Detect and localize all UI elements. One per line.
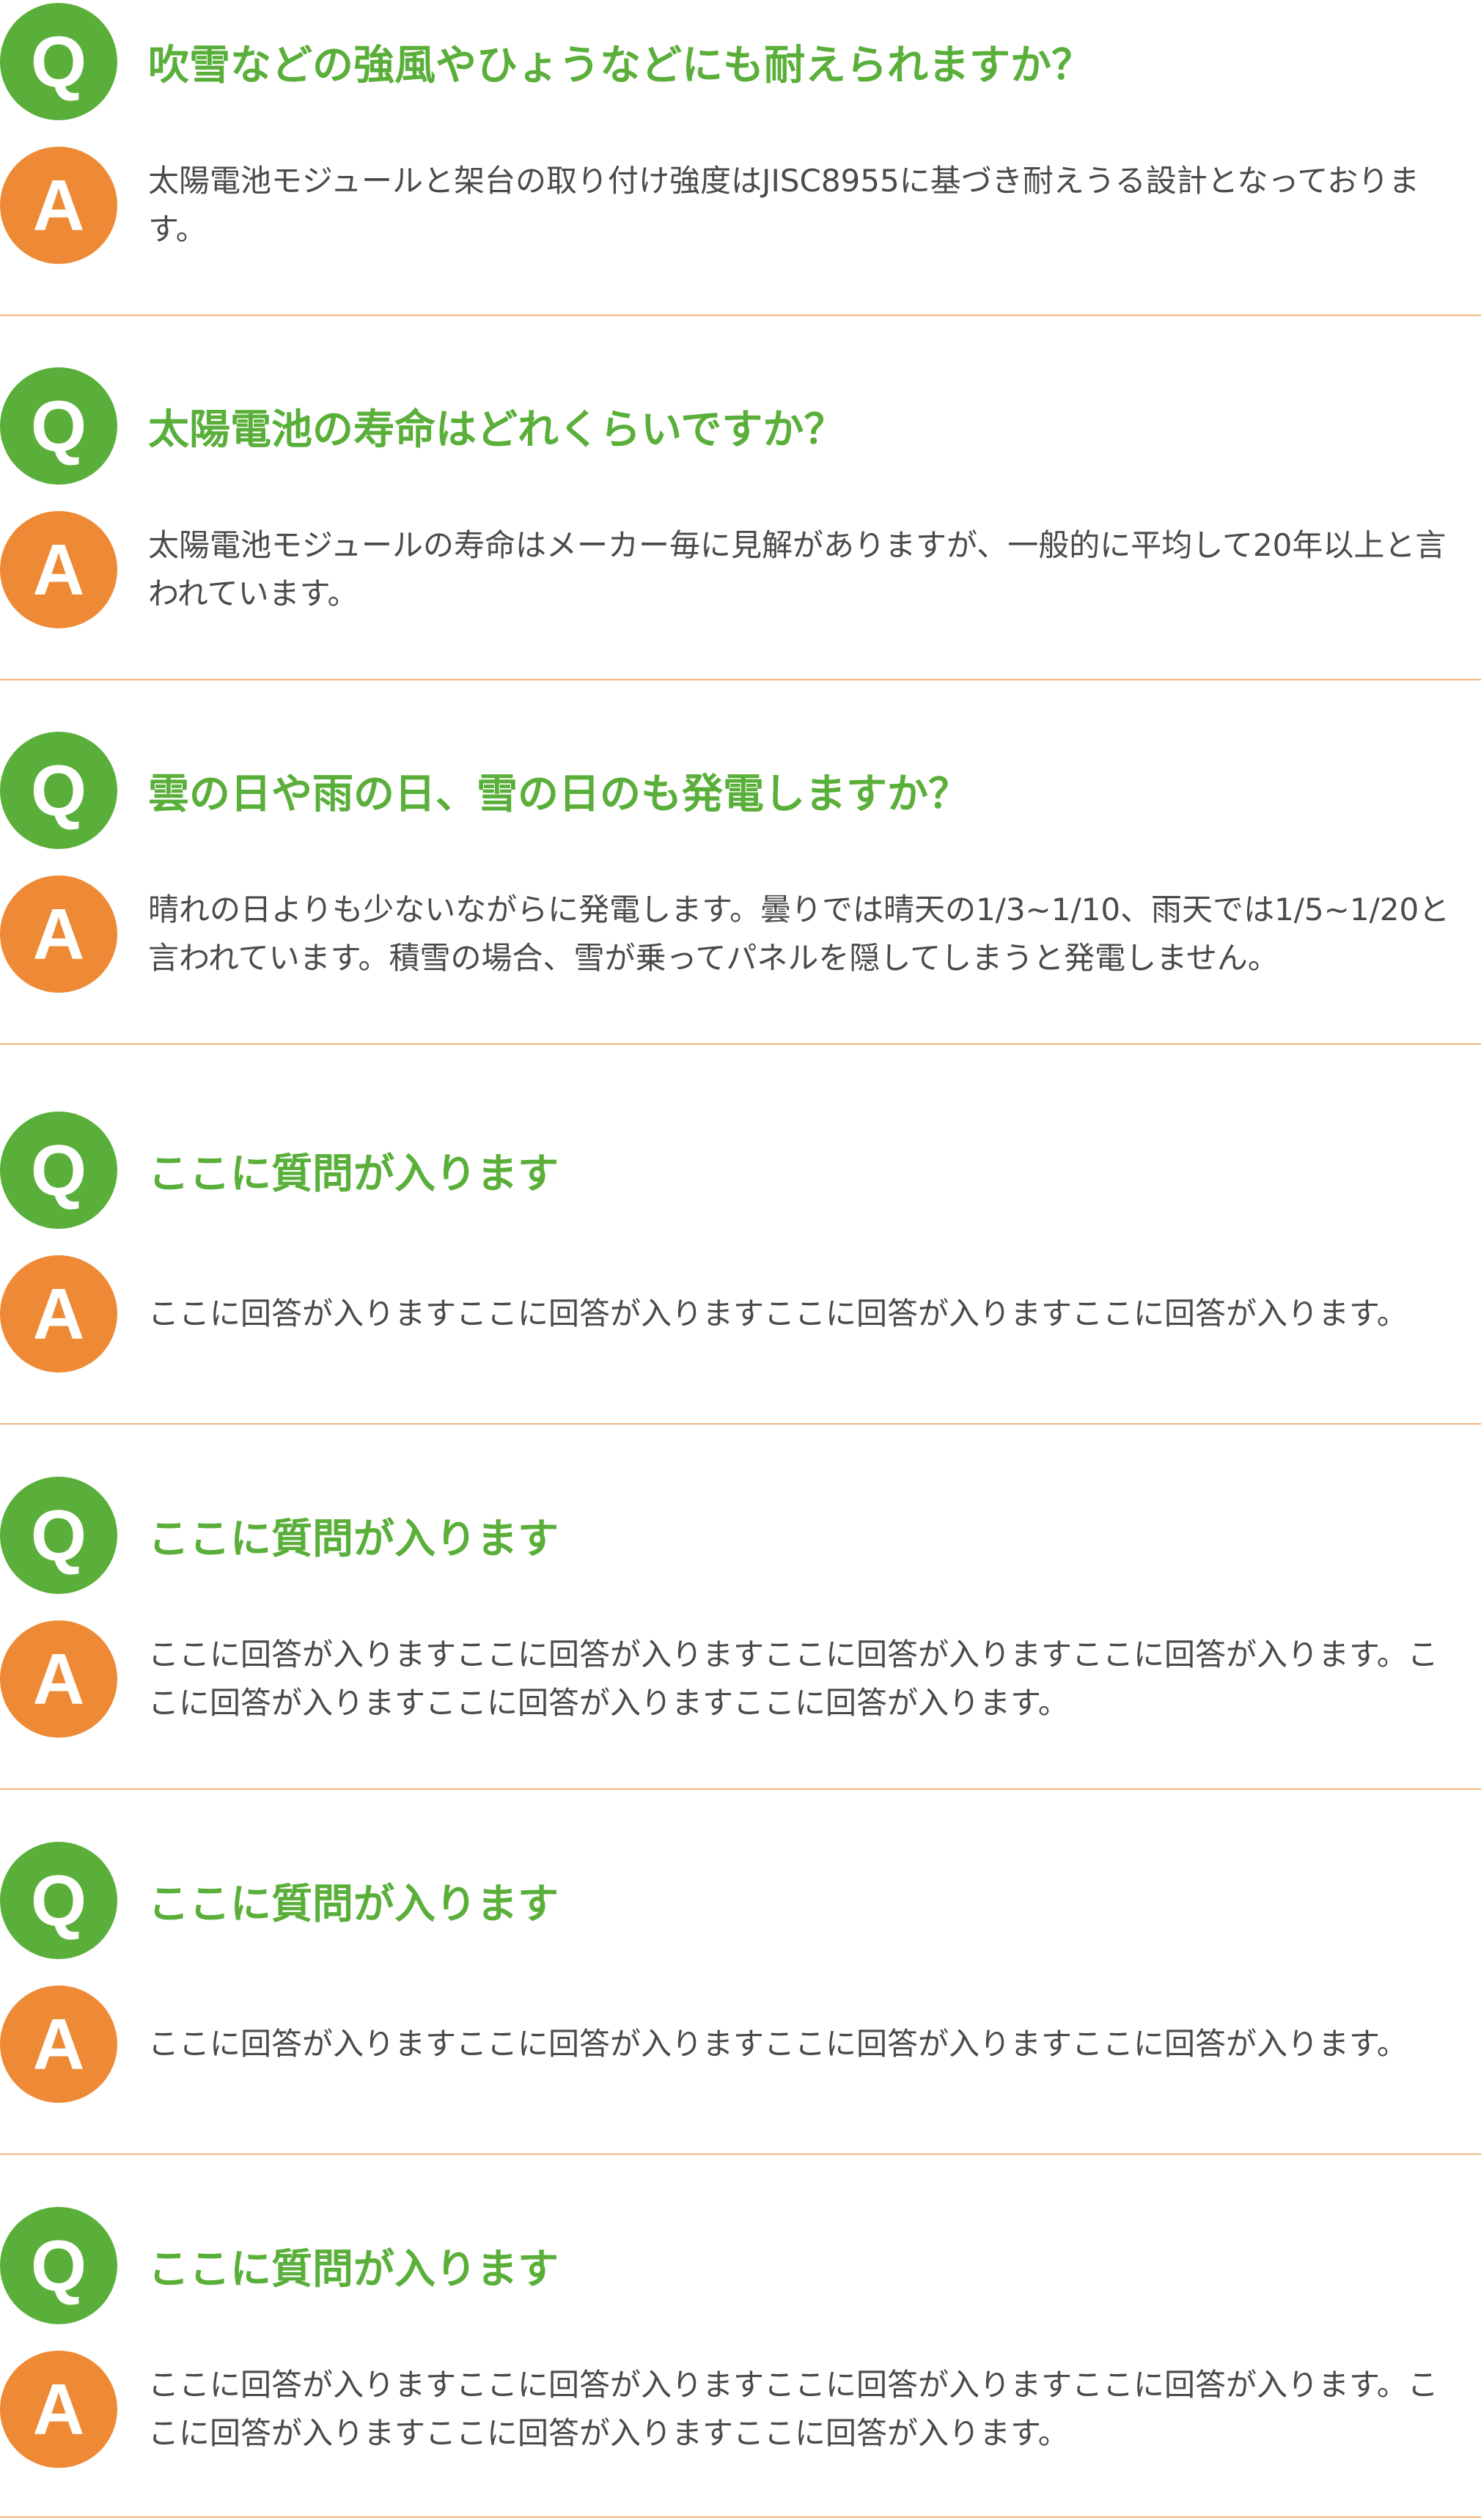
answer-text: ここに回答が入りますここに回答が入りますここに回答が入りますここに回答が入ります… xyxy=(148,2026,1408,2062)
answer-block: ここに回答が入りますここに回答が入りますここに回答が入りますここに回答が入ります… xyxy=(148,1255,1468,1373)
answer-block: 晴れの日よりも少ないながらに発電します。曇りでは晴天の1/3~1/10、雨天では… xyxy=(148,875,1468,993)
question-badge: Q xyxy=(0,367,117,485)
answer-block: ここに回答が入りますここに回答が入りますここに回答が入りますここに回答が入ります… xyxy=(148,1620,1468,1738)
question-badge: Q xyxy=(0,1477,117,1594)
answer-text: 晴れの日よりも少ないながらに発電します。曇りでは晴天の1/3~1/10、雨天では… xyxy=(148,892,1450,976)
question-badge: Q xyxy=(0,2207,117,2324)
answer-block: ここに回答が入りますここに回答が入りますここに回答が入りますここに回答が入ります… xyxy=(148,2351,1468,2468)
answer-block: 太陽電池モジュールと架台の取り付け強度はJISC8955に基づき耐えうる設計とな… xyxy=(148,147,1468,264)
divider xyxy=(0,1043,1481,1045)
question-badge: Q xyxy=(0,1842,117,1959)
question-badge: Q xyxy=(0,1112,117,1229)
divider xyxy=(0,2153,1481,2155)
answer-text: 太陽電池モジュールと架台の取り付け強度はJISC8955に基づき耐えうる設計とな… xyxy=(148,163,1420,247)
answer-badge: A xyxy=(0,147,117,264)
answer-text: ここに回答が入りますここに回答が入りますここに回答が入りますここに回答が入ります… xyxy=(148,1636,1438,1721)
question-badge: Q xyxy=(0,3,117,120)
answer-badge: A xyxy=(0,511,117,628)
question-badge: Q xyxy=(0,732,117,849)
divider xyxy=(0,315,1481,316)
question-text: ここに質問が入ります xyxy=(148,1515,559,1563)
answer-block: ここに回答が入りますここに回答が入りますここに回答が入りますここに回答が入ります… xyxy=(148,1985,1468,2103)
answer-badge: A xyxy=(0,875,117,993)
answer-badge: A xyxy=(0,1985,117,2103)
divider xyxy=(0,679,1481,680)
answer-block: 太陽電池モジュールの寿命はメーカー毎に見解がありますが、一般的に平均して20年以… xyxy=(148,511,1468,628)
question-text: ここに質問が入ります xyxy=(148,1150,559,1198)
divider xyxy=(0,1423,1481,1425)
answer-badge: A xyxy=(0,1620,117,1738)
divider xyxy=(0,1788,1481,1790)
divider xyxy=(0,2516,1481,2518)
answer-badge: A xyxy=(0,1255,117,1373)
answer-text: 太陽電池モジュールの寿命はメーカー毎に見解がありますが、一般的に平均して20年以… xyxy=(148,527,1447,611)
question-text: ここに質問が入ります xyxy=(148,1880,559,1928)
question-text: 吹雪などの強風やひょうなどにも耐えられますか？ xyxy=(148,41,1092,89)
answer-badge: A xyxy=(0,2351,117,2468)
question-text: ここに質問が入ります xyxy=(148,2245,559,2293)
question-text: 太陽電池の寿命はどれくらいですか？ xyxy=(148,405,845,454)
answer-text: ここに回答が入りますここに回答が入りますここに回答が入りますここに回答が入ります… xyxy=(148,2367,1438,2451)
answer-text: ここに回答が入りますここに回答が入りますここに回答が入りますここに回答が入ります… xyxy=(148,1296,1408,1331)
question-text: 雲の日や雨の日、雪の日のも発電しますか？ xyxy=(148,770,969,818)
